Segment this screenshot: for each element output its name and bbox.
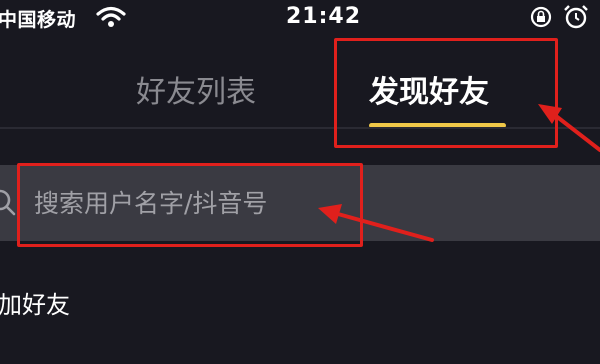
annotation-box-tab: [334, 38, 558, 148]
wifi-icon: [96, 6, 126, 27]
tab-friend-list[interactable]: 好友列表: [136, 67, 256, 111]
lock-rotation-icon: [530, 6, 552, 28]
add-friends-label[interactable]: 加好友: [0, 285, 70, 320]
carrier-name: 中国移动: [0, 9, 77, 31]
alarm-icon: [564, 5, 588, 29]
status-time: 21:42: [286, 4, 362, 29]
annotation-box-search: [17, 163, 363, 247]
search-icon: [0, 189, 16, 216]
